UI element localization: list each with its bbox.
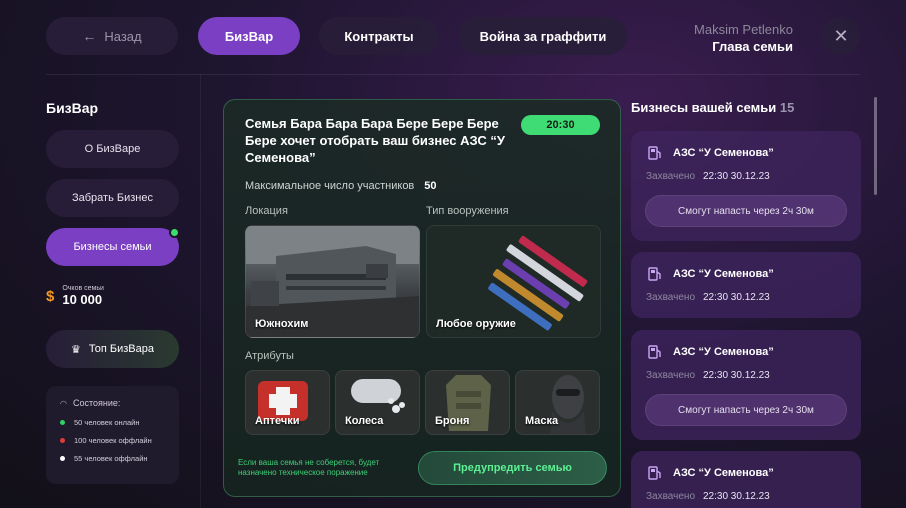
captured-label: Захвачено: [646, 370, 695, 381]
family-businesses-title-text: Бизнесы вашей семьи: [631, 100, 777, 115]
captured-datetime: 22:30 30.12.23: [703, 292, 770, 303]
business-card[interactable]: АЗС “У Семенова” Захвачено 22:30 30.12.2…: [631, 451, 861, 508]
business-captured: Захвачено 22:30 30.12.23: [646, 292, 770, 303]
online-dot-icon: [60, 420, 65, 425]
business-header: АЗС “У Семенова”: [648, 146, 774, 160]
arrow-left-icon: ←: [82, 28, 97, 44]
business-captured: Захвачено 22:30 30.12.23: [646, 171, 770, 182]
tab-contracts[interactable]: Контракты: [319, 17, 439, 55]
attribute-label: Маска: [525, 415, 559, 427]
sidebar-item-take-business[interactable]: Забрать Бизнес: [46, 179, 179, 217]
timer-badge: 20:30: [521, 115, 600, 135]
status-text: 100 человек оффлайн: [74, 436, 152, 445]
status-title-text: Состояние:: [72, 398, 121, 408]
attribute-label: Аптечки: [255, 415, 300, 427]
status-panel: ◠ Состояние: 50 человек онлайн 100 челов…: [46, 386, 179, 484]
close-button[interactable]: ✕: [822, 17, 860, 55]
offline-dot-icon: [60, 438, 65, 443]
sidebar-title: БизВар: [46, 100, 99, 116]
top-bizwar-label: Топ БизВара: [88, 343, 154, 355]
max-participants-label: Максимальное число участников: [245, 180, 415, 192]
fuel-pump-icon: [648, 345, 661, 359]
sidebar-item-family-businesses[interactable]: Бизнесы семьи: [46, 227, 180, 266]
tab-bizwar[interactable]: БизВар: [198, 17, 300, 55]
fuel-pump-icon: [648, 146, 661, 160]
sidebar-divider: [200, 74, 201, 508]
captured-datetime: 22:30 30.12.23: [703, 171, 770, 182]
family-points: $ Очков семьи 10 000: [46, 285, 104, 307]
business-card[interactable]: АЗС “У Семенова” Захвачено 22:30 30.12.2…: [631, 252, 861, 318]
captured-datetime: 22:30 30.12.23: [703, 370, 770, 381]
user-info: Maksim Petlenko Глава семьи: [694, 22, 793, 54]
captured-label: Захвачено: [646, 171, 695, 182]
notification-dot: [169, 227, 180, 238]
captured-label: Захвачено: [646, 491, 695, 502]
attribute-label: Броня: [435, 415, 470, 427]
points-value: 10 000: [62, 292, 103, 307]
attribute-wheels: Колеса: [335, 370, 420, 435]
attribute-medkits: Аптечки: [245, 370, 330, 435]
status-row: 50 человек онлайн: [60, 418, 165, 427]
user-name: Maksim Petlenko: [694, 22, 793, 37]
tab-graffiti-war[interactable]: Война за граффити: [459, 17, 627, 55]
status-row: 55 человек оффлайн: [60, 454, 165, 463]
status-text: 50 человек онлайн: [74, 418, 140, 427]
warn-family-button[interactable]: Предупредить семью: [418, 451, 607, 485]
business-name: АЗС “У Семенова”: [673, 268, 774, 280]
weapon-image: Любое оружие: [426, 225, 601, 338]
location-name: Южнохим: [255, 318, 309, 330]
attributes-label: Атрибуты: [245, 350, 294, 362]
business-name: АЗС “У Семенова”: [673, 467, 774, 479]
attack-card: Семья Бара Бара Бара Бере Бере Бере Бере…: [223, 99, 621, 497]
business-captured: Захвачено 22:30 30.12.23: [646, 370, 770, 381]
max-participants: Максимальное число участников 50: [245, 180, 437, 192]
captured-datetime: 22:30 30.12.23: [703, 491, 770, 502]
business-name: АЗС “У Семенова”: [673, 147, 774, 159]
location-image: Южнохим: [245, 225, 420, 338]
fuel-pump-icon: [648, 466, 661, 480]
business-name: АЗС “У Семенова”: [673, 346, 774, 358]
weapon-type-name: Любое оружие: [436, 318, 516, 330]
scrollbar[interactable]: [874, 97, 877, 195]
max-participants-value: 50: [424, 180, 437, 192]
weapon-type-label: Тип вооружения: [426, 205, 509, 217]
business-header: АЗС “У Семенова”: [648, 466, 774, 480]
attribute-armor: Броня: [425, 370, 510, 435]
family-businesses-title: Бизнесы вашей семьи 15: [631, 100, 794, 115]
header-divider: [46, 74, 860, 75]
family-businesses-count: 15: [779, 100, 795, 115]
defeat-warning-note: Если ваша семья не соберется, будет назн…: [238, 458, 380, 477]
location-label: Локация: [245, 205, 288, 217]
business-card[interactable]: АЗС “У Семенова” Захвачено 22:30 30.12.2…: [631, 330, 861, 440]
status-row: 100 человек оффлайн: [60, 436, 165, 445]
sidebar-item-label: Бизнесы семьи: [73, 241, 152, 253]
status-text: 55 человек оффлайн: [74, 454, 148, 463]
points-label: Очков семьи: [62, 285, 104, 292]
status-title: ◠ Состояние:: [60, 398, 165, 408]
attribute-mask: Маска: [515, 370, 600, 435]
back-label: Назад: [104, 28, 142, 44]
user-role: Глава семьи: [712, 39, 793, 54]
attack-cooldown-button[interactable]: Смогут напасть через 2ч 30м: [645, 195, 847, 227]
top-bar: ← Назад БизВар Контракты Война за граффи…: [0, 0, 906, 74]
business-header: АЗС “У Семенова”: [648, 267, 774, 281]
business-card[interactable]: АЗС “У Семенова” Захвачено 22:30 30.12.2…: [631, 131, 861, 241]
sidebar-item-about[interactable]: О БизВаре: [46, 130, 179, 168]
attribute-label: Колеса: [345, 415, 384, 427]
attack-cooldown-button[interactable]: Смогут напасть через 2ч 30м: [645, 394, 847, 426]
offline-dot-icon: [60, 456, 65, 461]
business-captured: Захвачено 22:30 30.12.23: [646, 491, 770, 502]
crown-icon: ♛: [71, 343, 81, 356]
back-button[interactable]: ← Назад: [46, 17, 178, 55]
attack-title: Семья Бара Бара Бара Бере Бере Бере Бере…: [245, 116, 505, 165]
captured-label: Захвачено: [646, 292, 695, 303]
top-bizwar-button[interactable]: ♛ Топ БизВара: [46, 330, 179, 368]
business-header: АЗС “У Семенова”: [648, 345, 774, 359]
signal-icon: ◠: [60, 398, 67, 408]
close-icon: ✕: [833, 25, 849, 46]
currency-icon: $: [46, 287, 55, 305]
fuel-pump-icon: [648, 267, 661, 281]
